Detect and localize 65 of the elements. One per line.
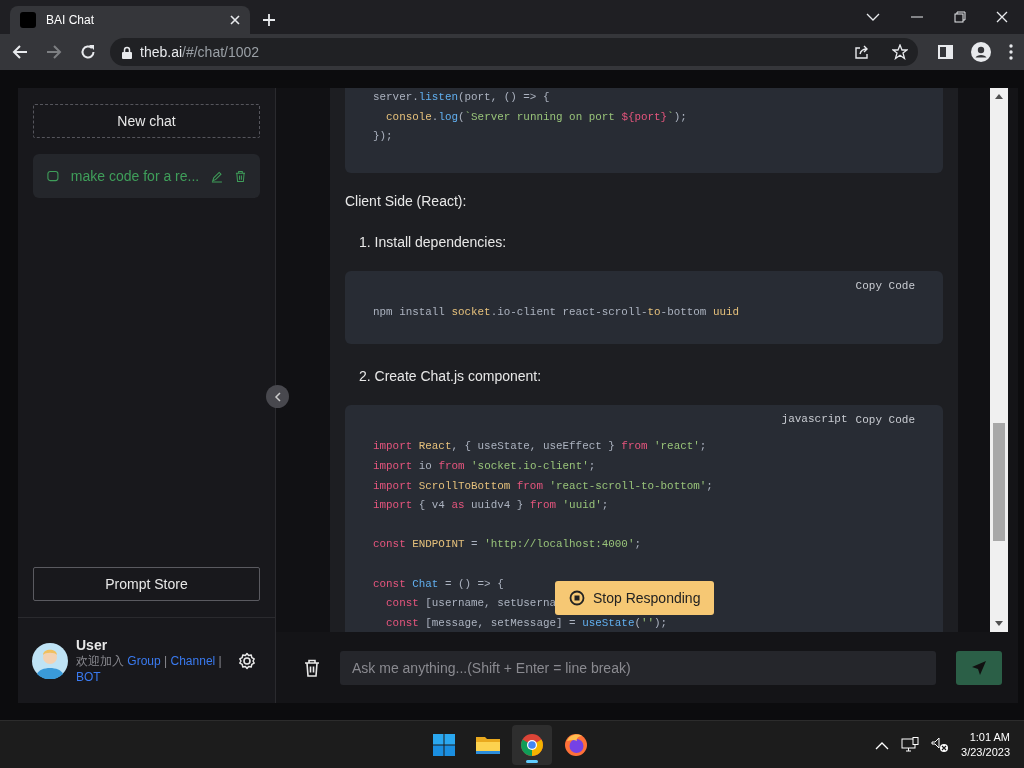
user-name: User: [76, 636, 109, 653]
message-input[interactable]: Ask me anything...(Shift + Enter = line break): [340, 650, 936, 685]
code-line: });: [373, 129, 393, 145]
star-icon[interactable]: [892, 44, 908, 60]
code-line: const ENDPOINT = 'http://localhost:4000';: [373, 537, 641, 553]
new-chat-button[interactable]: New chat: [33, 104, 260, 138]
chevron-left-icon: [273, 391, 282, 402]
chat-title: make code for a re...: [70, 166, 200, 186]
edit-icon[interactable]: [211, 169, 224, 183]
network-icon[interactable]: [901, 737, 920, 753]
send-button[interactable]: [956, 650, 1002, 685]
stop-responding-button[interactable]: Stop Responding: [555, 581, 715, 615]
scroll-up-icon[interactable]: [995, 93, 1003, 99]
chat-item[interactable]: make code for a re...: [33, 154, 260, 198]
new-tab-icon[interactable]: [262, 13, 276, 27]
copy-code-button[interactable]: Copy Code: [855, 276, 915, 295]
code-line: import { v4 as uuidv4 } from 'uuid';: [373, 498, 609, 514]
copy-code-button[interactable]: Copy Code: [855, 411, 915, 430]
settings-icon[interactable]: [238, 651, 256, 670]
paragraph: Client Side (React):: [345, 191, 468, 211]
code-line: server.listen(port, () => {: [373, 90, 550, 105]
clock-time: 1:01 AM: [968, 730, 1010, 745]
side-panel-icon[interactable]: [938, 45, 953, 59]
code-line: npm install socket.io-client react-scroll-to-bottom uuid: [373, 304, 740, 320]
share-icon[interactable]: [854, 44, 870, 60]
separator: |: [218, 653, 222, 668]
code-line: const Chat = () => {: [373, 576, 504, 592]
separator: |: [164, 653, 168, 668]
prompt-store-button[interactable]: Prompt Store: [33, 567, 260, 601]
code-line: import React, { useState, useEffect } from 'react';: [373, 439, 707, 455]
tab-title: BAI Chat: [46, 12, 96, 29]
lock-icon: [122, 45, 132, 59]
favicon-icon: [20, 12, 36, 28]
welcome-text: 欢迎加入: [76, 653, 125, 668]
menu-icon[interactable]: [1009, 44, 1013, 60]
stop-icon: [569, 590, 585, 606]
code-line: const [username, setUserna: [385, 596, 556, 612]
avatar: [32, 642, 68, 679]
scroll-down-icon[interactable]: [995, 621, 1003, 627]
clock-date: 3/23/2023: [961, 745, 1010, 760]
url-text: theb.ai/#/chat/1002: [140, 42, 261, 62]
send-icon: [971, 659, 987, 676]
address-bar[interactable]: theb.ai/#/chat/1002: [110, 38, 918, 66]
code-line: import io from 'socket.io-client';: [373, 458, 596, 474]
chevron-down-icon[interactable]: [866, 11, 880, 23]
muted-speaker-icon[interactable]: [931, 737, 950, 753]
code-line: const [message, setMessage] = useState('');: [385, 615, 668, 631]
close-icon[interactable]: [996, 11, 1008, 23]
chrome-icon[interactable]: [512, 725, 552, 765]
join-link[interactable]: BOT: [76, 669, 101, 684]
chat-icon: [47, 169, 59, 183]
scrollbar[interactable]: [990, 88, 1008, 632]
code-line: console.log(`Server running on port ${port}`);: [385, 109, 687, 125]
scroll-thumb[interactable]: [993, 423, 1005, 541]
join-link[interactable]: Channel: [170, 653, 216, 668]
browser-tab[interactable]: BAI Chat: [10, 6, 250, 34]
restore-icon[interactable]: [954, 11, 966, 23]
language-label: javascript: [781, 412, 848, 428]
code-line: import ScrollToBottom from 'react-scroll-to-bottom';: [373, 478, 713, 494]
list-item: 1. Install dependencies:: [359, 232, 508, 252]
profile-icon[interactable]: [971, 42, 991, 62]
close-tab-icon[interactable]: [230, 15, 240, 25]
chevron-up-icon[interactable]: [875, 740, 890, 750]
list-item: 2. Create Chat.js component:: [359, 367, 543, 387]
join-link[interactable]: Group: [127, 653, 161, 668]
